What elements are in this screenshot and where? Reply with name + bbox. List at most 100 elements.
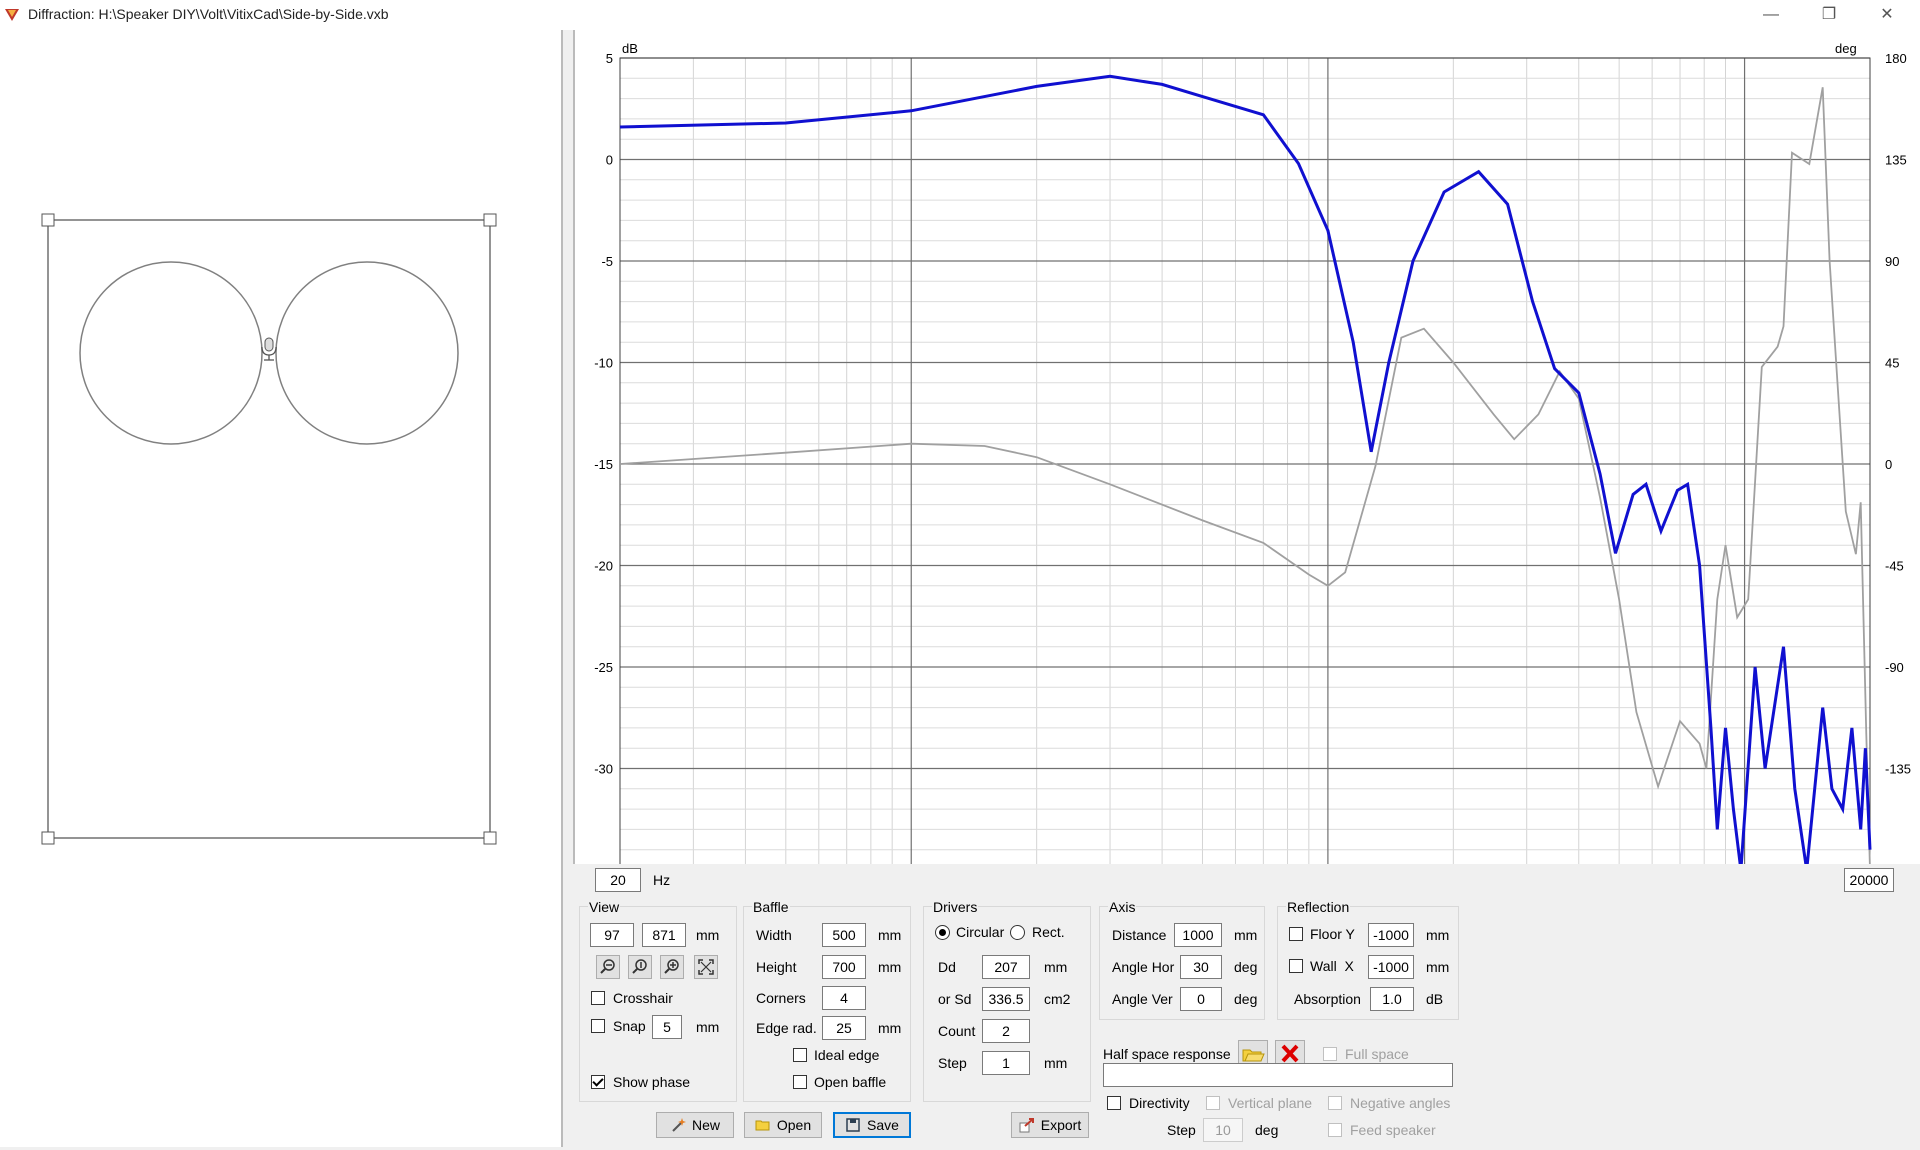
- count-input[interactable]: [982, 1019, 1030, 1043]
- y-tick-label: -10: [594, 356, 613, 371]
- reflection-group: Reflection Floor Y mm Wall X mm Absorpti…: [1277, 899, 1459, 1020]
- freq-max-input[interactable]: [1844, 868, 1894, 892]
- y-tick-label: -20: [594, 559, 613, 574]
- floor-input[interactable]: [1368, 923, 1414, 947]
- view-y-input[interactable]: [642, 923, 686, 947]
- snap-input[interactable]: [652, 1015, 682, 1039]
- wall-input[interactable]: [1368, 955, 1414, 979]
- floor-label: Floor Y: [1310, 926, 1355, 942]
- save-button-label: Save: [867, 1117, 899, 1133]
- angle-ver-input[interactable]: [1180, 987, 1222, 1011]
- freq-min-unit: Hz: [653, 872, 671, 888]
- full-space-checkbox[interactable]: [1323, 1047, 1337, 1061]
- y-tick-label: 5: [606, 51, 613, 66]
- baffle-drawing[interactable]: [0, 30, 561, 1147]
- step-input[interactable]: [982, 1051, 1030, 1075]
- absorption-unit: dB: [1426, 991, 1444, 1007]
- baffle-view-panel[interactable]: [0, 30, 563, 1147]
- feed-speaker-checkbox[interactable]: [1328, 1123, 1342, 1137]
- vertical-plane-label: Vertical plane: [1228, 1095, 1313, 1111]
- directivity-label: Directivity: [1129, 1095, 1190, 1111]
- edge-radius-input[interactable]: [822, 1016, 866, 1040]
- count-label: Count: [938, 1023, 976, 1039]
- expand-icon: [698, 959, 714, 975]
- baffle-height-input[interactable]: [822, 955, 866, 979]
- feed-speaker-label: Feed speaker: [1350, 1122, 1436, 1138]
- vertical-plane-checkbox[interactable]: [1206, 1096, 1220, 1110]
- view-x-input[interactable]: [590, 923, 634, 947]
- open-button-label: Open: [776, 1117, 812, 1133]
- zoom-out-button[interactable]: [596, 955, 620, 979]
- control-panel: Hz View mm Crosshair Snap mm Show phase …: [573, 864, 1920, 1147]
- sd-label: or Sd: [938, 991, 972, 1007]
- dd-unit: mm: [1044, 959, 1068, 975]
- minimize-button[interactable]: —: [1748, 0, 1794, 30]
- resize-handle-bottom-right[interactable]: [483, 831, 497, 845]
- rect-radio[interactable]: [1010, 925, 1025, 940]
- microphone-icon[interactable]: [261, 337, 277, 361]
- chart-major-grid: [620, 57, 1870, 871]
- y2-tick-label: -135: [1885, 762, 1911, 777]
- driver-circle-right[interactable]: [275, 261, 459, 445]
- chart-minor-grid: [619, 58, 1871, 870]
- angle-hor-input[interactable]: [1180, 955, 1222, 979]
- baffle-group: Baffle Width mm Height mm Corners Edge r…: [743, 899, 911, 1102]
- resize-handle-top-left[interactable]: [41, 213, 55, 227]
- right-axis-labels: 18013590450-45-90-135-180: [1885, 51, 1911, 878]
- floor-checkbox[interactable]: [1289, 927, 1303, 941]
- y2-tick-label: 90: [1885, 254, 1899, 269]
- freq-min-input[interactable]: [595, 868, 641, 892]
- resize-handle-bottom-left[interactable]: [41, 831, 55, 845]
- open-button[interactable]: Open: [744, 1112, 822, 1138]
- baffle-group-title: Baffle: [752, 899, 790, 915]
- zoom-extents-button[interactable]: [694, 955, 718, 979]
- driver-circle-left[interactable]: [79, 261, 263, 445]
- edge-radius-label: Edge rad.: [756, 1020, 817, 1036]
- rect-label: Rect.: [1032, 924, 1065, 940]
- wall-checkbox[interactable]: [1289, 959, 1303, 973]
- wall-unit: mm: [1426, 959, 1450, 975]
- floor-unit: mm: [1426, 927, 1450, 943]
- save-button[interactable]: Save: [833, 1112, 911, 1138]
- zoom-out-icon: [600, 959, 615, 974]
- baffle-corners-input[interactable]: [822, 986, 866, 1010]
- snap-unit: mm: [696, 1019, 720, 1035]
- directivity-checkbox[interactable]: [1107, 1096, 1121, 1110]
- baffle-height-label: Height: [756, 959, 797, 975]
- show-phase-checkbox[interactable]: [591, 1075, 605, 1089]
- new-button[interactable]: New: [656, 1112, 734, 1138]
- dd-label: Dd: [938, 959, 956, 975]
- sd-input[interactable]: [982, 987, 1030, 1011]
- circular-label: Circular: [956, 924, 1005, 940]
- distance-label: Distance: [1112, 927, 1167, 943]
- negative-angles-checkbox[interactable]: [1328, 1096, 1342, 1110]
- close-button[interactable]: ✕: [1864, 0, 1910, 30]
- dd-input[interactable]: [982, 955, 1030, 979]
- zoom-fit-button[interactable]: [628, 955, 652, 979]
- circular-radio[interactable]: [935, 925, 950, 940]
- crosshair-label: Crosshair: [613, 990, 673, 1006]
- full-space-label: Full space: [1345, 1046, 1409, 1062]
- baffle-width-input[interactable]: [822, 923, 866, 947]
- step-label: Step: [938, 1055, 967, 1071]
- sd-unit: cm2: [1044, 991, 1071, 1007]
- directivity-step-label: Step: [1167, 1122, 1196, 1138]
- ideal-edge-checkbox[interactable]: [793, 1048, 807, 1062]
- absorption-input[interactable]: [1370, 987, 1414, 1011]
- open-baffle-checkbox[interactable]: [793, 1075, 807, 1089]
- directivity-step-input[interactable]: [1203, 1118, 1243, 1142]
- ideal-edge-label: Ideal edge: [814, 1047, 880, 1063]
- distance-input[interactable]: [1174, 923, 1222, 947]
- resize-handle-top-right[interactable]: [483, 213, 497, 227]
- frequency-response-chart: 50-5-10-15-20-25-30-35 18013590450-45-90…: [573, 30, 1920, 889]
- half-space-label: Half space response: [1103, 1046, 1231, 1062]
- export-button[interactable]: Export: [1011, 1112, 1089, 1138]
- zoom-in-button[interactable]: [660, 955, 684, 979]
- snap-checkbox[interactable]: [591, 1019, 605, 1033]
- half-space-path-input[interactable]: [1103, 1063, 1453, 1087]
- response-curve: [619, 74, 1872, 871]
- crosshair-checkbox[interactable]: [591, 991, 605, 1005]
- new-button-label: New: [691, 1117, 720, 1133]
- drivers-group-title: Drivers: [932, 899, 979, 915]
- maximize-button[interactable]: ❐: [1806, 0, 1852, 30]
